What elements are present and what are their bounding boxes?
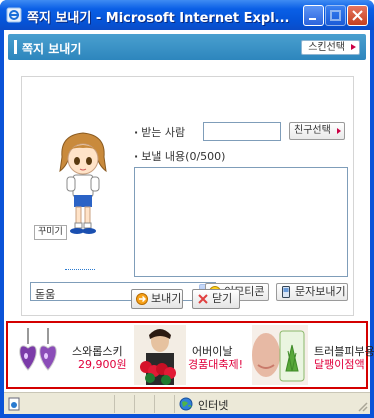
arrow-right-icon: [351, 44, 356, 50]
sms-send-label: 문자보내기: [295, 285, 346, 298]
header-marker: [14, 40, 17, 54]
minimize-button[interactable]: [303, 5, 324, 26]
ad-banner[interactable]: 스와롭스키 29,900원 어버이날 경품대축제! 트러블피부용 달팽이점액: [6, 321, 374, 389]
internet-globe-icon: [179, 397, 193, 411]
ad-item-snail-cream[interactable]: 트러블피부용 달팽이점액: [248, 323, 374, 387]
window-content: 쪽지 보내기 스킨선택 꾸미기 · 받는 사람 친구선택 · 보낼 내용(0/5…: [4, 30, 374, 414]
status-cell-3: [154, 395, 174, 413]
font-select[interactable]: 돋움: [30, 282, 216, 301]
browser-window: 쪽지 보내기 - Microsoft Internet Expl... 쪽지 보…: [0, 0, 374, 418]
popup-title: 쪽지 보내기: [22, 42, 82, 56]
earrings-image: [19, 328, 57, 371]
recipient-label: · 받는 사람: [134, 126, 186, 139]
close-label: 닫기: [212, 292, 233, 305]
ad-2-line2: 경품대축제!: [188, 358, 244, 371]
sms-send-button[interactable]: 문자보내기: [276, 283, 348, 301]
ad-3-line2: 달팽이점액: [314, 358, 365, 371]
status-cell-2: [134, 395, 154, 413]
message-textarea[interactable]: [134, 167, 348, 277]
carnations-photo: [134, 325, 186, 385]
ad-item-parents-day[interactable]: 어버이날 경품대축제!: [128, 323, 248, 387]
arrow-right-icon: [337, 128, 341, 134]
skin-select-button[interactable]: 스킨선택: [301, 40, 360, 55]
window-title: 쪽지 보내기 - Microsoft Internet Expl...: [27, 11, 290, 26]
message-form-panel: 꾸미기 · 받는 사람 친구선택 · 보낼 내용(0/500) 돋움 이모티콘 …: [21, 76, 354, 316]
internet-explorer-icon: [6, 7, 22, 23]
mobile-phone-icon: [282, 286, 290, 298]
resize-grip-icon[interactable]: [356, 400, 368, 412]
close-button[interactable]: 닫기: [192, 289, 240, 309]
skin-select-label: 스킨선택: [308, 42, 345, 53]
send-label: 보내기: [151, 292, 182, 305]
close-window-button[interactable]: [347, 5, 368, 26]
send-icon: [136, 293, 148, 305]
page-icon: [8, 397, 20, 411]
font-select-value: 돋움: [35, 288, 56, 301]
minimize-icon: [309, 18, 316, 20]
avatar-name-link[interactable]: [60, 262, 100, 272]
friend-select-button[interactable]: 친구선택: [289, 122, 345, 140]
close-icon: [352, 10, 363, 21]
status-cell-1: [114, 395, 134, 413]
status-bar: 인터넷: [4, 392, 370, 414]
ad-1-line2: 29,900원: [78, 358, 127, 371]
recipient-label-text: 받는 사람: [141, 126, 186, 139]
friend-select-label: 친구선택: [294, 125, 331, 136]
maximize-button[interactable]: [325, 5, 346, 26]
popup-header: 쪽지 보내기 스킨선택: [8, 34, 366, 60]
security-zone-label: 인터넷: [198, 399, 229, 412]
maximize-icon: [330, 10, 341, 21]
message-label: · 보낼 내용(0/500): [134, 150, 226, 163]
send-button[interactable]: 보내기: [131, 289, 183, 309]
close-x-icon: [198, 294, 208, 304]
title-bar[interactable]: 쪽지 보내기 - Microsoft Internet Expl...: [0, 0, 374, 30]
message-label-text: 보낼 내용(0/500): [141, 150, 226, 163]
ad-item-swarovski[interactable]: 스와롭스키 29,900원: [8, 323, 128, 387]
skincare-product-image: [252, 325, 308, 385]
recipient-input[interactable]: [203, 122, 281, 141]
decorate-avatar-button[interactable]: 꾸미기: [34, 225, 67, 240]
